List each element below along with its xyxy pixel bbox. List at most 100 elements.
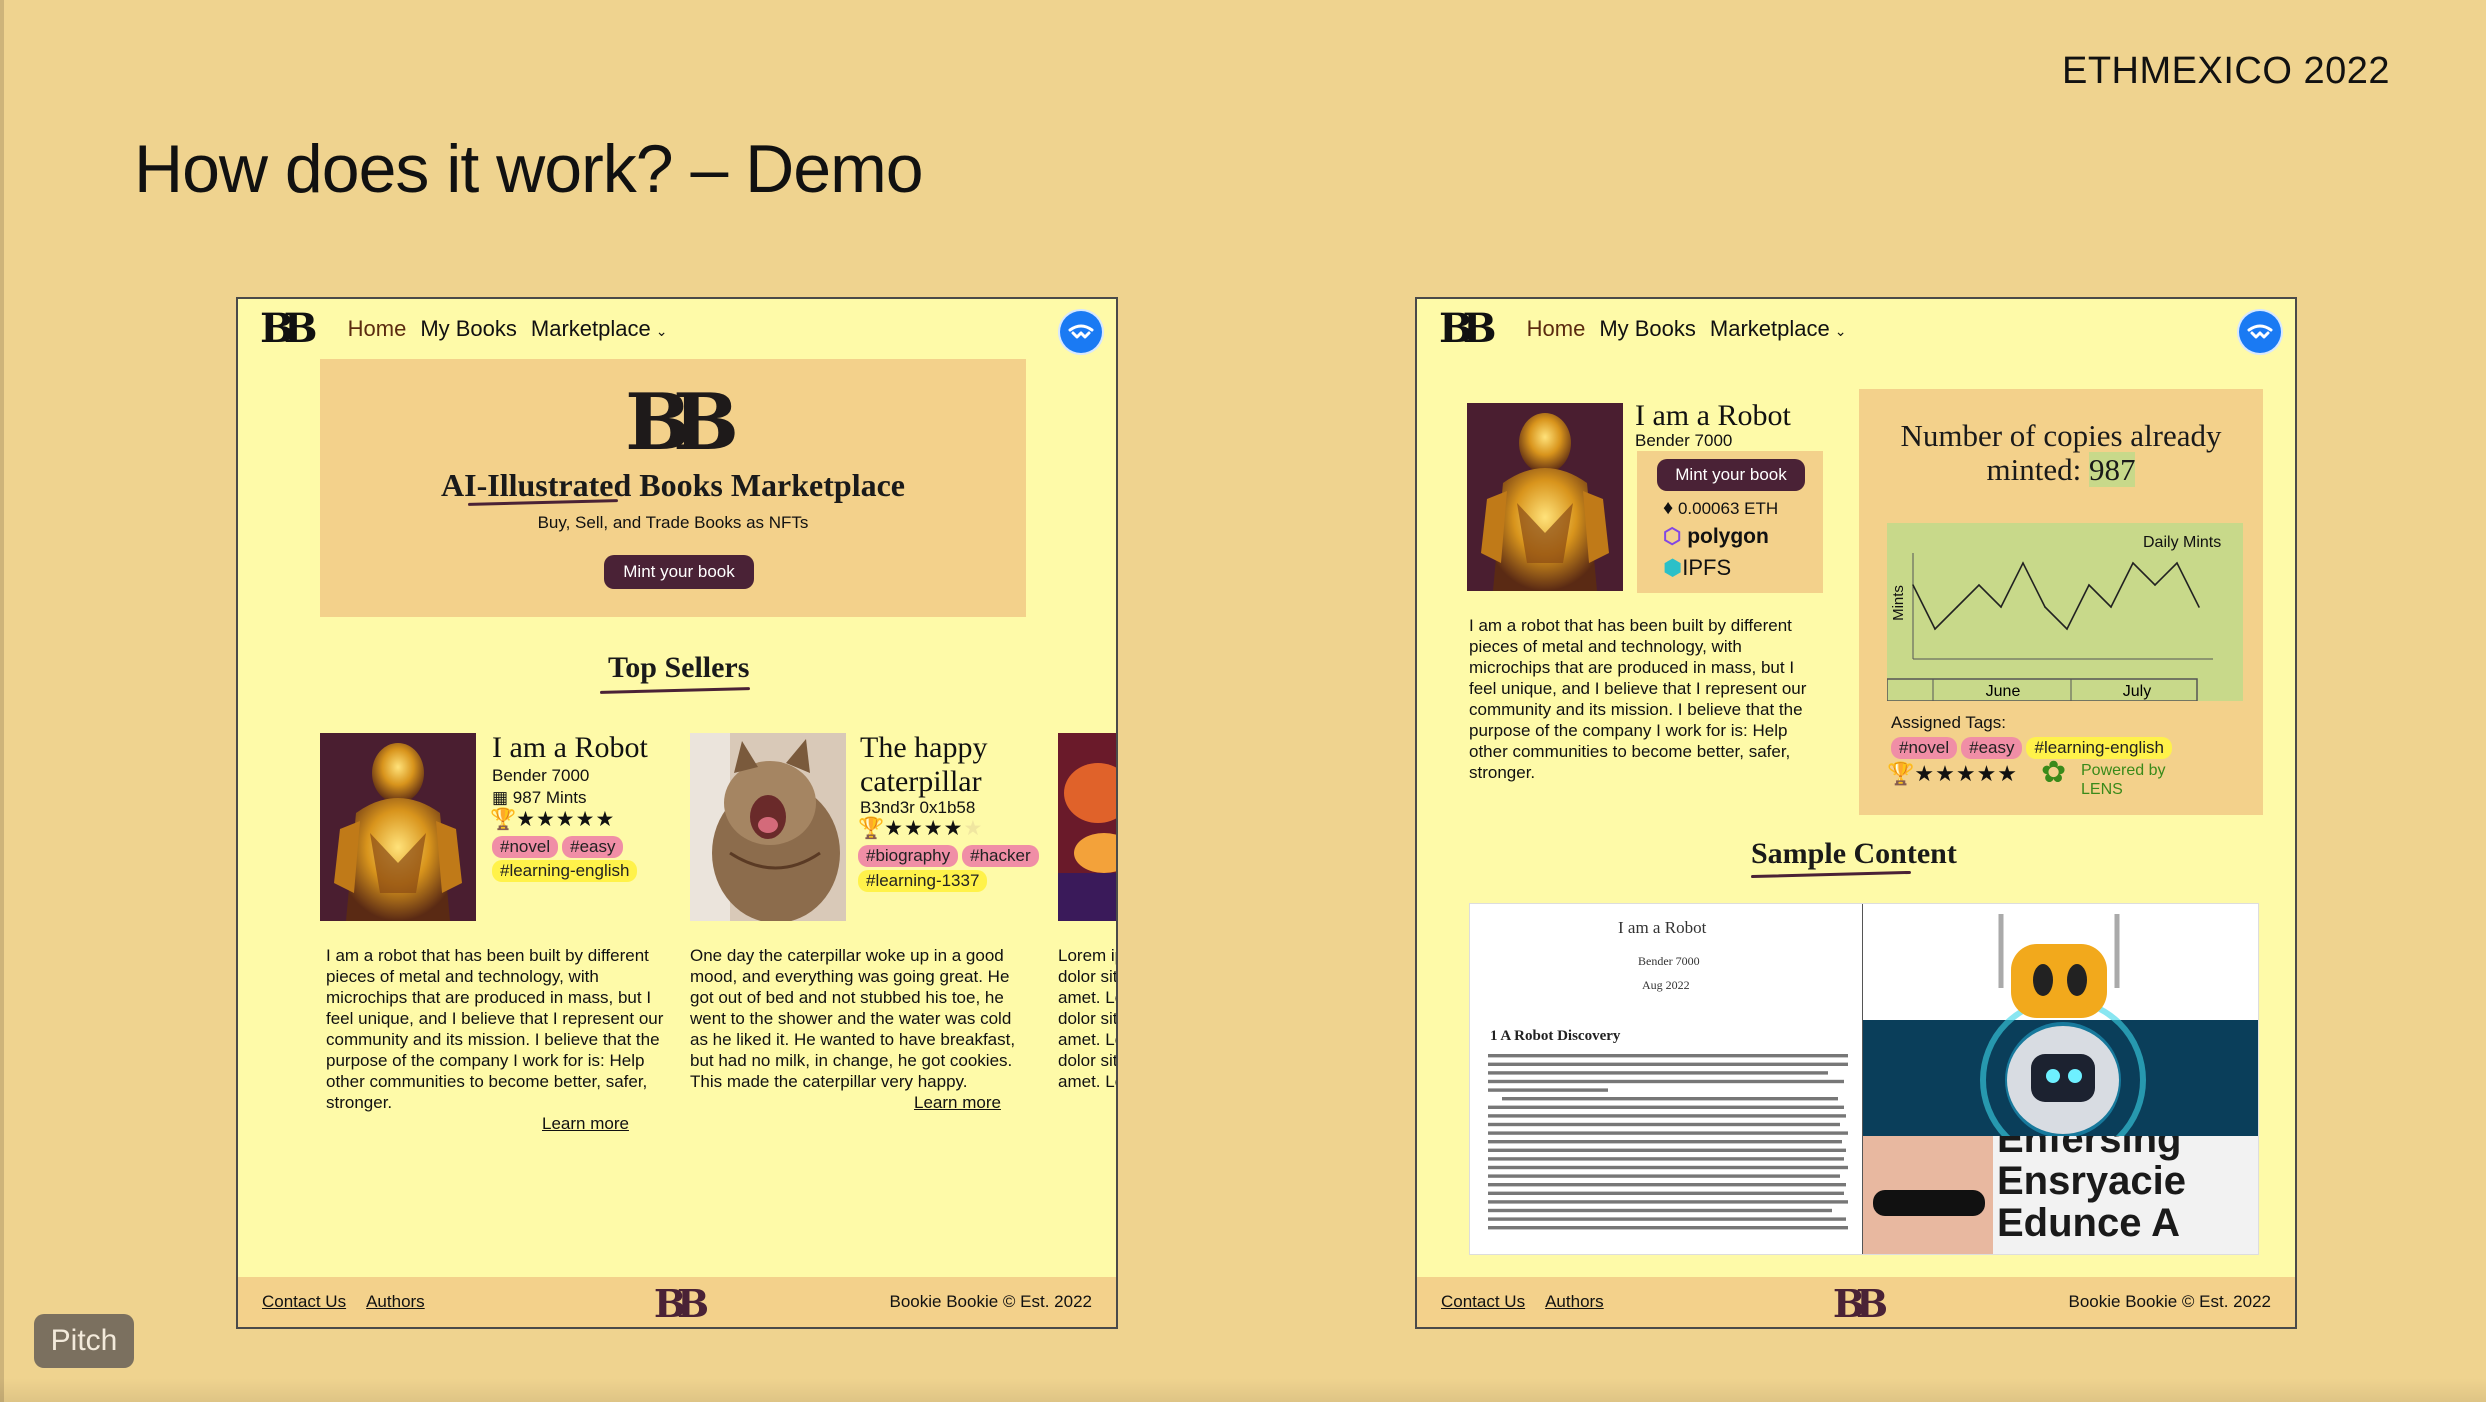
authors-link[interactable]: Authors <box>1545 1292 1604 1312</box>
book-description-partial: Lorem ip dolor sit amet. Lo dolor sit am… <box>1058 945 1118 1092</box>
star-empty: ★ <box>963 817 983 840</box>
book-author: Bender 7000 <box>492 766 590 785</box>
polygon-row: ⬡ polygon <box>1663 524 1769 549</box>
nav-marketplace[interactable]: Marketplace ⌄ <box>1710 316 1847 342</box>
daily-mints-chart: Daily Mints Mints June July <box>1886 523 2243 702</box>
book-title[interactable]: The happy caterpillar <box>860 731 1010 799</box>
nav-home[interactable]: Home <box>348 316 407 342</box>
overlay-line: Edunce A <box>1997 1201 2180 1245</box>
paper-date: Aug 2022 <box>1642 978 1690 992</box>
mint-your-book-button[interactable]: Mint your book <box>604 555 754 589</box>
paper-text-line <box>1488 1165 1848 1170</box>
grid-icon: ▦ <box>492 788 513 807</box>
contact-us-link[interactable]: Contact Us <box>262 1292 346 1312</box>
tag-easy[interactable]: #easy <box>562 836 624 858</box>
tag-learning-english[interactable]: #learning-english <box>492 860 638 882</box>
mints-label: 987 Mints <box>512 788 587 807</box>
price-label: 0.00063 ETH <box>1677 499 1779 518</box>
tag-learning-1337[interactable]: #learning-1337 <box>858 870 988 892</box>
ipfs-row: ⬢IPFS <box>1663 555 1731 581</box>
paper-text-line <box>1488 1062 1848 1066</box>
top-sellers-title: Top Sellers <box>608 651 750 684</box>
book-author: Bender 7000 <box>1635 431 1733 450</box>
sample-overlay-text: Enfersing Ensryacie Edunce A <box>1993 1136 2258 1254</box>
tag-novel[interactable]: #novel <box>1891 737 1958 759</box>
tag-novel[interactable]: #novel <box>492 836 559 858</box>
nav-home[interactable]: Home <box>1527 316 1586 342</box>
data-point <box>1934 628 1936 630</box>
ipfs-label: IPFS <box>1682 555 1732 580</box>
paper-text-line <box>1488 1217 1846 1221</box>
trophy-icon: 🏆 <box>858 817 885 840</box>
tag-biography[interactable]: #biography <box>858 845 959 867</box>
paper-text-line <box>1488 1114 1846 1118</box>
footer-logo[interactable]: BB <box>1833 1281 1888 1326</box>
stars-four: ★★★★ <box>884 817 964 840</box>
rating: 🏆★★★★★ <box>490 807 615 832</box>
chevron-down-icon: ⌄ <box>1834 323 1847 339</box>
nav-marketplace[interactable]: Marketplace ⌄ <box>531 316 668 342</box>
chart-title: Daily Mints <box>2143 534 2221 551</box>
series-line <box>1912 561 2200 631</box>
tag-list: #novel #easy <box>492 836 627 858</box>
paper-text-line <box>1502 1097 1838 1101</box>
book-cover-partial[interactable] <box>1058 733 1116 921</box>
nav-marketplace-label: Marketplace <box>1709 316 1830 341</box>
wallet-connect-icon[interactable] <box>1060 311 1102 353</box>
paper-text-line <box>1488 1071 1828 1075</box>
sample-content-preview[interactable]: I am a Robot Bender 7000 Aug 2022 1 A Ro… <box>1469 903 2259 1255</box>
lens-icon: ✿ <box>2041 756 2067 789</box>
desc-line: dolor sit <box>1058 1051 1118 1070</box>
book-title[interactable]: I am a Robot <box>492 731 648 765</box>
paper-text-line <box>1488 1200 1848 1204</box>
ethereum-icon: ♦ <box>1663 497 1674 519</box>
bookie-logo[interactable]: BB <box>260 309 318 349</box>
book-description: I am a robot that has been built by diff… <box>326 946 664 1112</box>
tag-hacker[interactable]: #hacker <box>962 845 1039 867</box>
data-point <box>2132 562 2134 564</box>
navbar: BB Home My Books Marketplace ⌄ <box>1417 299 2295 359</box>
data-point <box>2154 584 2156 586</box>
hero-title: AI-Illustrated Books Marketplace <box>441 467 905 503</box>
paper-text-line <box>1488 1054 1848 1058</box>
tag-easy[interactable]: #easy <box>1961 737 2023 759</box>
paper-title: I am a Robot <box>1618 918 1707 937</box>
paper-text-line <box>1488 1148 1846 1152</box>
footer-logo[interactable]: BB <box>654 1281 709 1326</box>
paper-body-lines <box>1488 1054 1848 1230</box>
book-cover-cat[interactable] <box>690 733 846 921</box>
authors-link[interactable]: Authors <box>366 1292 425 1312</box>
book-title: I am a Robot <box>1635 399 1791 432</box>
mint-your-book-button[interactable]: Mint your book <box>1657 459 1805 491</box>
data-point <box>1912 584 1914 586</box>
paper-text-line <box>1488 1208 1832 1213</box>
desc-line: amet. Lo <box>1058 988 1118 1007</box>
trophy-icon: 🏆 <box>490 808 517 831</box>
paper-text-line <box>1488 1079 1844 1084</box>
desc-line: amet. Lo <box>1058 1030 1118 1049</box>
book-cover-robot[interactable] <box>320 733 476 921</box>
contact-us-link[interactable]: Contact Us <box>1441 1292 1525 1312</box>
overlay-line: Enfersing <box>1997 1136 2182 1161</box>
copyright: Bookie Bookie © Est. 2022 <box>889 1292 1092 1311</box>
tag-list: #biography #hacker <box>858 845 1043 867</box>
x-tick-june: June <box>1986 683 2021 700</box>
powered-by-lens[interactable]: ✿ Powered by LENS <box>2041 756 2166 799</box>
home-page-screenshot: BB Home My Books Marketplace ⌄ BB AI-Illu… <box>236 297 1118 1329</box>
learn-more-link[interactable]: Learn more <box>914 1093 1001 1113</box>
stars-five: ★★★★★ <box>1914 761 2019 786</box>
paper-text-line <box>1488 1183 1846 1187</box>
nav-my-books[interactable]: My Books <box>420 316 517 342</box>
data-point <box>2176 562 2178 564</box>
paper-author: Bender 7000 <box>1638 954 1700 968</box>
chevron-down-icon: ⌄ <box>655 323 668 339</box>
pitch-badge[interactable]: Pitch <box>34 1314 134 1368</box>
price-row: ♦ 0.00063 ETH <box>1663 497 1778 520</box>
nav-my-books[interactable]: My Books <box>1599 316 1696 342</box>
learn-more-link[interactable]: Learn more <box>542 1114 629 1134</box>
polygon-label: polygon <box>1687 525 1769 548</box>
slide-left-edge <box>0 0 4 1402</box>
bookie-logo[interactable]: BB <box>1439 309 1497 349</box>
wallet-connect-icon[interactable] <box>2239 311 2281 353</box>
paper-text-line <box>1488 1191 1844 1195</box>
